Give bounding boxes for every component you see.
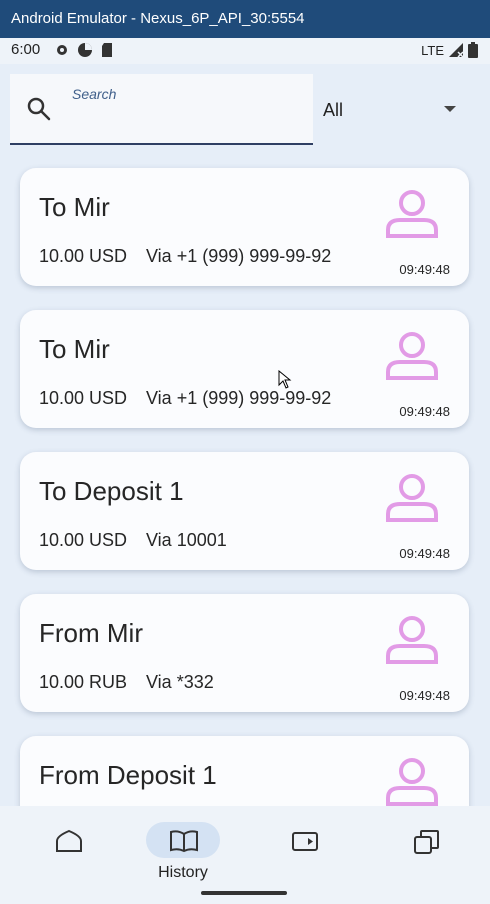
transaction-title: From Mir — [39, 618, 143, 648]
transaction-amount: 10.00 USD — [39, 530, 128, 550]
mouse-cursor-icon — [278, 370, 292, 389]
transaction-via: Via +1 (999) 999-99-92 — [146, 246, 332, 266]
transaction-via: Via *332 — [146, 672, 214, 692]
sd-card-icon — [102, 43, 112, 57]
signal-icon — [449, 43, 464, 58]
nav-item-home[interactable] — [26, 822, 106, 882]
transaction-amount: 10.00 USD — [39, 388, 128, 408]
transaction-title: To Deposit 1 — [39, 476, 184, 506]
filter-dropdown[interactable]: All — [323, 92, 461, 128]
status-system-icons: LTE — [421, 42, 478, 58]
search-input[interactable] — [70, 106, 304, 136]
transaction-via: Via 10001 — [146, 530, 227, 550]
filter-selected-value: All — [323, 100, 344, 120]
transaction-amount: 10.00 RUB — [39, 672, 128, 692]
settings-icon — [57, 45, 67, 55]
window-title: Android Emulator - Nexus_6P_API_30:5554 — [11, 10, 305, 27]
book-icon — [170, 830, 198, 853]
transaction-amount: 10.00 USD — [39, 246, 128, 266]
search-field[interactable]: Search — [10, 74, 313, 145]
network-type: LTE — [421, 42, 444, 58]
transaction-time: 09:49:48 — [399, 688, 450, 703]
transaction-card[interactable]: From Deposit 1 — [20, 736, 469, 806]
person-icon — [386, 474, 438, 522]
nav-label-history: History — [158, 864, 208, 881]
status-bar: 6:00 LTE — [0, 38, 490, 64]
home-icon — [56, 829, 82, 852]
transaction-card[interactable]: To Mir 10.00 USD Via +1 (999) 999-99-92 … — [20, 310, 469, 428]
card-icon — [292, 832, 318, 851]
person-icon — [386, 332, 438, 380]
gesture-home-bar[interactable] — [201, 891, 287, 895]
nav-item-accounts[interactable] — [384, 822, 464, 882]
search-label: Search — [72, 86, 117, 102]
transaction-title: To Mir — [39, 192, 110, 222]
nav-item-history[interactable]: History — [140, 822, 220, 882]
status-notification-icons — [54, 42, 114, 58]
dropdown-arrow-icon — [444, 106, 456, 112]
bottom-navigation: History — [0, 806, 490, 904]
person-icon — [386, 190, 438, 238]
transaction-card[interactable]: To Deposit 1 10.00 USD Via 10001 09:49:4… — [20, 452, 469, 570]
transaction-time: 09:49:48 — [399, 546, 450, 561]
transaction-card[interactable]: To Mir 10.00 USD Via +1 (999) 999-99-92 … — [20, 168, 469, 286]
search-icon — [27, 97, 51, 121]
data-saver-icon — [78, 43, 92, 57]
nav-item-payments[interactable] — [262, 822, 342, 882]
status-time: 6:00 — [11, 41, 41, 58]
window-title-bar: Android Emulator - Nexus_6P_API_30:5554 — [0, 0, 490, 38]
transaction-via: Via +1 (999) 999-99-92 — [146, 388, 332, 408]
transaction-time: 09:49:48 — [399, 262, 450, 277]
copy-icon — [414, 830, 439, 854]
transaction-title: From Deposit 1 — [39, 760, 217, 790]
transaction-title: To Mir — [39, 334, 110, 364]
person-icon — [386, 616, 438, 664]
transaction-list[interactable]: To Mir 10.00 USD Via +1 (999) 999-99-92 … — [0, 150, 490, 806]
person-icon — [386, 758, 438, 806]
transaction-card[interactable]: From Mir 10.00 RUB Via *332 09:49:48 — [20, 594, 469, 712]
transaction-time: 09:49:48 — [399, 404, 450, 419]
battery-icon — [468, 42, 478, 58]
